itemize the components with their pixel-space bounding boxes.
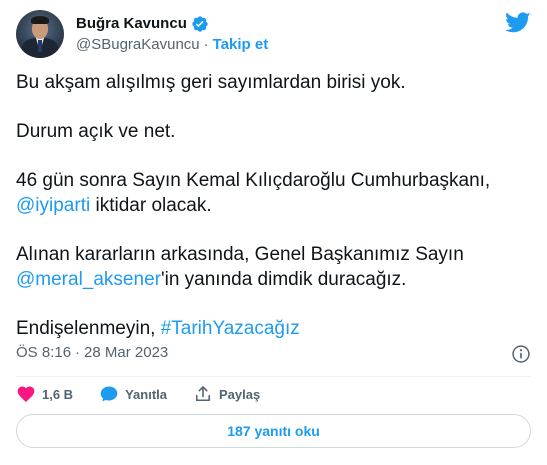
tweet-line: Durum açık ve net. xyxy=(16,121,176,142)
follow-button[interactable]: Takip et xyxy=(213,35,269,55)
mention-link[interactable]: @iyiparti xyxy=(16,195,90,216)
tweet-paragraph: Endişelenmeyin, #TarihYazacağız xyxy=(16,316,531,341)
author-info: Buğra Kavuncu @SBugraKavuncu · Takip et xyxy=(76,14,268,55)
tweet-line: 'in yanında dimdik duracağız. xyxy=(160,269,407,290)
tweet-time: ÖS 8:16 xyxy=(16,344,72,361)
share-label: Paylaş xyxy=(219,386,261,402)
author-handle[interactable]: @SBugraKavuncu xyxy=(76,35,200,55)
reply-label: Yanıtla xyxy=(125,386,167,402)
like-count: 1,6 B xyxy=(42,386,74,402)
twitter-bird-icon[interactable] xyxy=(505,12,531,39)
share-icon xyxy=(195,386,211,402)
read-replies-button[interactable]: 187 yanıtı oku xyxy=(16,414,531,448)
dot-separator: · xyxy=(203,35,209,53)
tweet-date: 28 Mar 2023 xyxy=(84,344,169,361)
tweet-embed: Buğra Kavuncu @SBugraKavuncu · Takip et … xyxy=(0,0,547,465)
reply-bubble-icon xyxy=(100,386,118,402)
info-icon[interactable] xyxy=(511,344,531,369)
reply-button[interactable]: Yanıtla xyxy=(99,384,167,404)
hashtag-link[interactable]: #TarihYazacağız xyxy=(161,318,300,339)
tweet-line: Bu akşam alışılmış geri sayımlardan biri… xyxy=(16,72,406,93)
tweet-actions: 1,6 B Yanıtla Paylaş xyxy=(16,384,286,404)
like-button[interactable]: 1,6 B xyxy=(16,384,73,404)
tweet-paragraph: Alınan kararların arkasında, Genel Başka… xyxy=(16,242,531,292)
mention-link[interactable]: @meral_aksener xyxy=(16,269,161,290)
heart-icon xyxy=(17,386,35,402)
tweet-line: 46 gün sonra Sayın Kemal Kılıçdaroğlu Cu… xyxy=(16,170,491,191)
verified-badge-icon xyxy=(191,15,209,33)
tweet-paragraph: 46 gün sonra Sayın Kemal Kılıçdaroğlu Cu… xyxy=(16,168,531,218)
divider xyxy=(16,376,531,377)
share-button[interactable]: Paylaş xyxy=(193,384,260,404)
avatar[interactable] xyxy=(16,10,64,58)
tweet-line: iktidar olacak. xyxy=(90,195,212,216)
tweet-timestamp[interactable]: ÖS 8:16 · 28 Mar 2023 xyxy=(16,344,168,361)
tweet-line: Endişelenmeyin, xyxy=(16,318,161,339)
author-name[interactable]: Buğra Kavuncu xyxy=(76,14,187,34)
tweet-line: Alınan kararların arkasında, Genel Başka… xyxy=(16,244,464,265)
dot-separator: · xyxy=(75,344,81,361)
tweet-text: Bu akşam alışılmış geri sayımlardan biri… xyxy=(16,70,531,365)
tweet-header: Buğra Kavuncu @SBugraKavuncu · Takip et xyxy=(16,10,531,58)
